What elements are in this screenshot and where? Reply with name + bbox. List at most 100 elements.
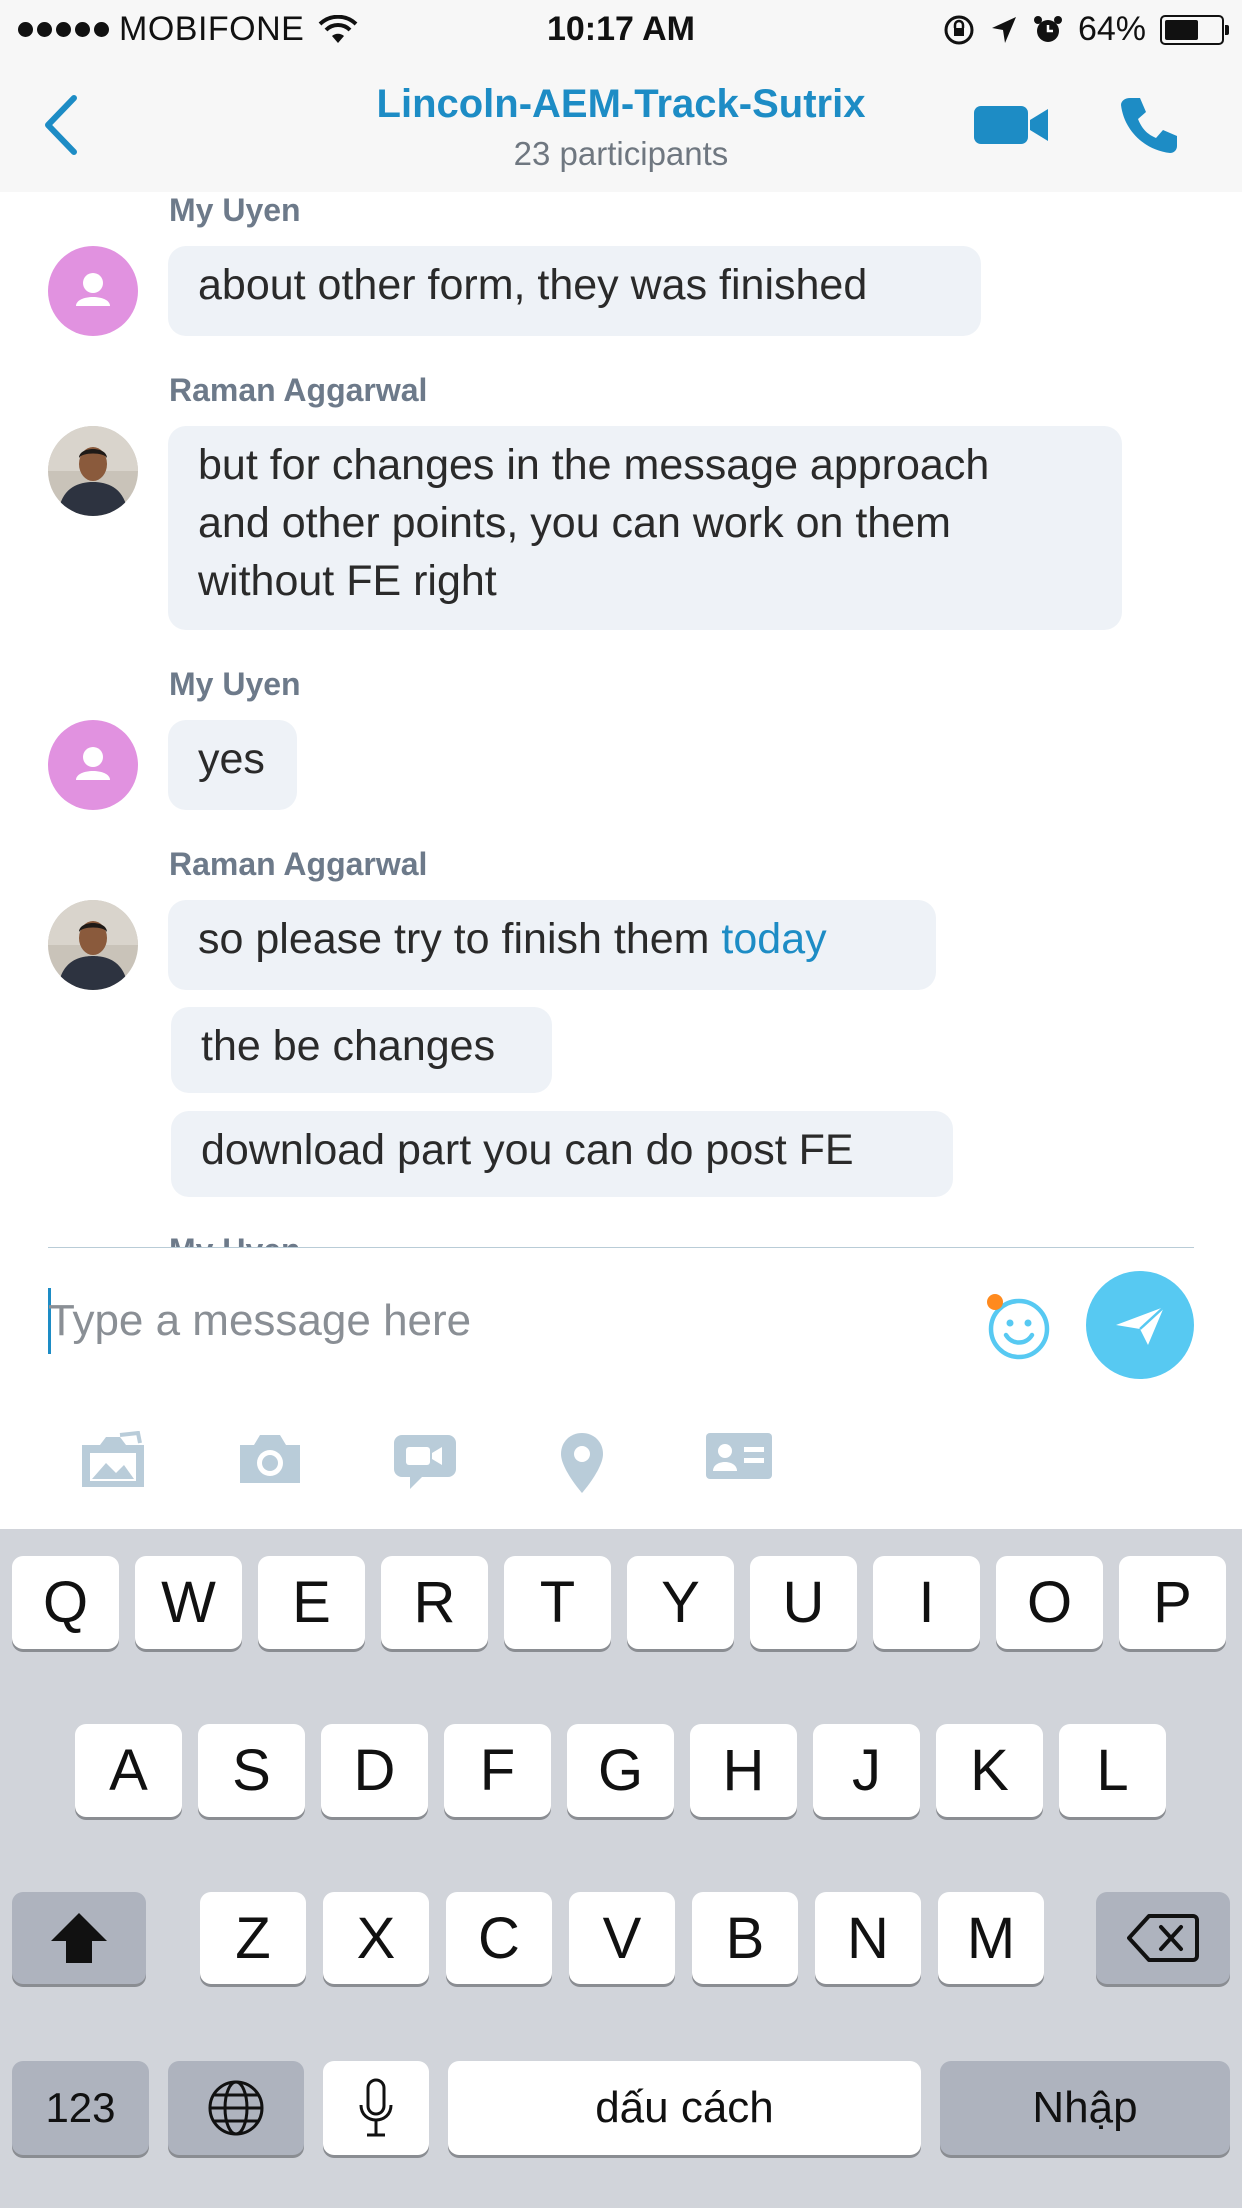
key-c[interactable]: C [446,1892,552,1984]
contact-card-icon [706,1433,772,1479]
emoji-button[interactable] [980,1289,1052,1366]
default-avatar-icon [76,273,110,306]
key-z[interactable]: Z [200,1892,306,1984]
sender-name: My Uyen [169,192,301,228]
sender-name: Raman Aggarwal [169,372,428,408]
paper-plane-icon [1116,1306,1165,1345]
key-l[interactable]: L [1059,1724,1166,1817]
status-bar: MOBIFONE 10:17 AM 64% [0,0,1242,62]
photo-album-button[interactable] [78,1430,148,1496]
user-photo-avatar [48,900,138,990]
chat-title-area[interactable]: Lincoln-AEM-Track-Sutrix 23 participants [250,82,992,173]
sender-name: My Uyen [169,666,301,702]
sender-name-clipped: My Uyen [169,1232,301,1248]
key-h[interactable]: H [690,1724,797,1817]
default-avatar-icon [76,747,110,780]
camera-button[interactable] [236,1431,304,1492]
message-text-line: without FE right [198,557,497,605]
key-y[interactable]: Y [627,1556,734,1649]
message-text-line: but for changes in the message approach [198,441,990,489]
battery-icon [1160,14,1229,45]
key-v[interactable]: V [569,1892,675,1984]
message-text: so please try to finish them [198,915,722,963]
composer-divider [48,1247,1194,1248]
key-b[interactable]: B [692,1892,798,1984]
video-message-button[interactable] [392,1431,458,1498]
message-bubble[interactable]: yes [168,720,297,810]
key-w[interactable]: W [135,1556,242,1649]
key-s[interactable]: S [198,1724,305,1817]
message-text: the be changes [201,1022,496,1070]
numbers-key[interactable]: 123 [12,2061,149,2155]
location-pin-icon [561,1433,603,1493]
microphone-icon [359,2078,393,2137]
key-e[interactable]: E [258,1556,365,1649]
camera-icon [240,1435,300,1483]
photo-album-icon [82,1430,144,1487]
avatar[interactable] [48,426,138,516]
video-call-button[interactable] [972,100,1052,155]
backspace-key[interactable] [1096,1892,1230,1984]
backspace-icon [1127,1914,1199,1962]
space-key[interactable]: dấu cách [448,2061,921,2155]
key-u[interactable]: U [750,1556,857,1649]
alarm-clock-icon [1033,15,1062,42]
key-i[interactable]: I [873,1556,980,1649]
message-bubble[interactable]: download part you can do post FE [171,1111,953,1197]
composer [0,1249,1242,1529]
chevron-left-icon [45,95,77,155]
battery-percent: 64% [1077,10,1146,48]
video-camera-icon [974,106,1048,144]
audio-call-button[interactable] [1116,92,1182,163]
avatar[interactable] [48,900,138,990]
key-o[interactable]: O [996,1556,1103,1649]
keyboard: QWERTYUIOP ASDFGHJKL ZXCVBNM 123 dấu các… [0,1529,1242,2208]
location-arrow-icon [991,16,1016,43]
user-photo-avatar [48,426,138,516]
key-n[interactable]: N [815,1892,921,1984]
key-q[interactable]: Q [12,1556,119,1649]
message-bubble[interactable]: but for changes in the message approach … [168,426,1122,630]
participants-count: 23 participants [513,135,729,172]
video-message-icon [394,1435,456,1489]
key-m[interactable]: M [938,1892,1044,1984]
key-j[interactable]: J [813,1724,920,1817]
avatar[interactable] [48,246,138,336]
avatar[interactable] [48,720,138,810]
key-k[interactable]: K [936,1724,1043,1817]
message-text-line: and other points, you can work on them [198,499,951,547]
key-g[interactable]: G [567,1724,674,1817]
key-x[interactable]: X [323,1892,429,1984]
contact-card-button[interactable] [704,1431,774,1486]
message-bubble[interactable]: the be changes [171,1007,552,1093]
key-t[interactable]: T [504,1556,611,1649]
battery-fill [1165,19,1198,40]
smiley-icon [987,1294,1050,1360]
dictation-key[interactable] [323,2061,429,2155]
message-bubble[interactable]: about other form, they was finished [168,246,981,336]
key-p[interactable]: P [1119,1556,1226,1649]
chat-title: Lincoln-AEM-Track-Sutrix [376,82,866,126]
message-link[interactable]: today [721,915,826,963]
message-list[interactable]: My Uyen about other form, they was finis… [0,192,1242,1248]
key-f[interactable]: F [444,1724,551,1817]
message-text: about other form, they was finished [198,261,868,309]
message-text: yes [198,735,265,783]
key-r[interactable]: R [381,1556,488,1649]
shift-key[interactable] [12,1892,146,1984]
back-button[interactable] [36,90,96,160]
status-right: 64% [942,10,1229,49]
chat-header: Lincoln-AEM-Track-Sutrix 23 participants [0,62,1242,194]
message-input[interactable] [48,1285,948,1357]
key-a[interactable]: A [75,1724,182,1817]
message-bubble[interactable]: so please try to finish them today [168,900,936,990]
send-button[interactable] [1086,1271,1194,1379]
rotation-lock-icon [944,15,974,44]
phone-icon [1121,98,1177,153]
location-button[interactable] [558,1431,606,1500]
shift-arrow-icon [51,1913,107,1963]
globe-key[interactable] [168,2061,304,2155]
key-d[interactable]: D [321,1724,428,1817]
message-text: download part you can do post FE [201,1126,854,1174]
return-key[interactable]: Nhập [940,2061,1230,2155]
